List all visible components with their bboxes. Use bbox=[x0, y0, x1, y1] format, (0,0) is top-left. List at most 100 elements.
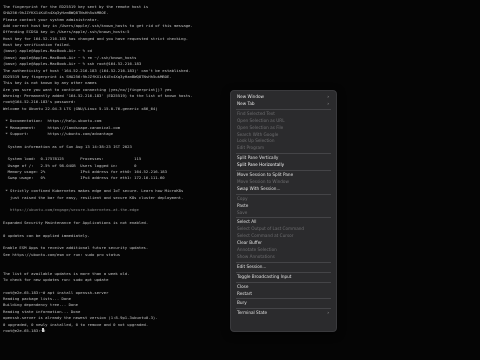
chevron-right-icon: › bbox=[327, 310, 329, 316]
menu-separator bbox=[236, 261, 331, 263]
terminal-line: root@e2e-65-183:~# bbox=[3, 327, 46, 333]
terminal-line: Host key for 164.52.216.183 has changed … bbox=[3, 35, 189, 41]
menu-separator bbox=[236, 153, 331, 155]
terminal-line: Reading state information... Done bbox=[3, 308, 81, 314]
menu-item-label: Edit Session... bbox=[237, 263, 267, 269]
menu-item-label: Paste bbox=[237, 202, 249, 208]
menu-item-label: Search With Google bbox=[237, 131, 279, 137]
terminal-line: Expanded Security Maintenance for Applic… bbox=[3, 219, 149, 225]
menu-item-edit-session[interactable]: Edit Session... bbox=[237, 264, 332, 270]
chevron-right-icon: › bbox=[327, 100, 329, 106]
menu-item-save: Save bbox=[237, 210, 332, 216]
terminal-line: System information as of Sun Aug 13 14:3… bbox=[3, 143, 132, 149]
menu-item-label: Annotate Selection bbox=[237, 247, 277, 252]
menu-item-restart[interactable]: Restart bbox=[237, 291, 332, 297]
menu-item-label: Save bbox=[237, 209, 248, 215]
menu-item-label: Split Pane Horizontally bbox=[237, 162, 285, 168]
terminal-line: Memory usage: 2% IPv4 address for eth0: … bbox=[3, 169, 167, 175]
menu-item-edit-program: Edit Program bbox=[237, 145, 332, 151]
menu-item-look-up-selection: Look Up Selection bbox=[237, 138, 332, 144]
menu-separator bbox=[236, 170, 331, 171]
chevron-right-icon: › bbox=[327, 94, 329, 99]
terminal-line: Add correct host key in /Users/apple/.ss… bbox=[3, 23, 193, 29]
menu-item-select-command-at-cursor: Select Command at Cursor bbox=[237, 233, 332, 239]
terminal-line: The authenticity of host '164.52.216.183… bbox=[3, 67, 191, 73]
terminal-line: Welcome to Ubuntu 22.04.3 LTS (GNU/Linux… bbox=[3, 105, 158, 111]
menu-item-bury[interactable]: Bury bbox=[237, 300, 332, 306]
terminal-line: SHA256:9hJZfKX1iKiEn4Xq3yHzmBWQ8TNsHh5uk… bbox=[3, 10, 109, 16]
terminal-line: Usage of /: 2.5% of 98.04GB Users logged… bbox=[3, 162, 137, 168]
menu-item-toggle-broadcasting-input[interactable]: Toggle Broadcasting Input bbox=[237, 274, 332, 280]
menu-item-open-selection-as-url: Open Selection as URL bbox=[237, 118, 332, 124]
terminal-line: The fingerprint for the ED25519 key sent… bbox=[3, 4, 149, 9]
terminal-output[interactable]: The fingerprint for the ED25519 key sent… bbox=[0, 0, 225, 360]
menu-separator bbox=[236, 308, 331, 310]
terminal-line: Building dependency tree... Done bbox=[3, 302, 78, 308]
terminal-line: This key is not known by any other names bbox=[3, 80, 97, 86]
menu-item-close[interactable]: Close bbox=[237, 284, 332, 290]
menu-separator bbox=[236, 193, 331, 195]
menu-item-label: Look Up Selection bbox=[237, 138, 275, 144]
terminal-line: System load: 0.17578125 Processes: 115 bbox=[3, 156, 142, 162]
menu-item-label: Restart bbox=[237, 290, 253, 296]
terminal-cursor bbox=[42, 328, 44, 333]
menu-item-label: Find Selected Text bbox=[237, 110, 275, 116]
terminal-line: Please contact your system administrator… bbox=[3, 16, 100, 22]
menu-item-label: Swap With Session... bbox=[237, 185, 281, 191]
menu-item-split-pane-vertically[interactable]: Split Pane Vertically bbox=[237, 155, 332, 161]
menu-item-label: Open Selection as URL bbox=[237, 117, 285, 123]
terminal-line: (base) apple@Apples-MacBook-Air ~ % rm ~… bbox=[3, 54, 137, 60]
menu-item-label: New Tab bbox=[237, 100, 255, 106]
menu-item-search-with-google: Search With Google bbox=[237, 132, 332, 138]
menu-item-label: Toggle Broadcasting Input bbox=[237, 273, 292, 279]
menu-item-label: Copy bbox=[237, 195, 248, 201]
terminal-line: Swap usage: 0% IPv4 address for eth1: 17… bbox=[3, 175, 165, 181]
terminal-line: The list of available updates is more th… bbox=[3, 270, 130, 276]
menu-separator bbox=[236, 281, 331, 283]
menu-item-label: Open Selection as File bbox=[237, 124, 284, 130]
menu-item-terminal-state[interactable]: Terminal State › bbox=[237, 310, 332, 316]
menu-item-move-session-to-window: Move Session to Window bbox=[237, 179, 332, 185]
menu-item-label: Split Pane Vertically bbox=[237, 155, 279, 161]
menu-item-annotate-selection: Annotate Selection bbox=[237, 247, 332, 253]
terminal-line: ED25519 key fingerprint is SHA256:9hJZfK… bbox=[3, 73, 172, 79]
menu-separator bbox=[236, 217, 331, 219]
menu-item-open-selection-as-file: Open Selection as File bbox=[237, 125, 332, 131]
menu-item-new-window[interactable]: New Window › bbox=[237, 94, 332, 100]
terminal-line: root@e2e-65-183:~# apt install openssh-s… bbox=[3, 289, 109, 295]
menu-item-label: Terminal State bbox=[237, 310, 268, 316]
menu-item-label: Select All bbox=[237, 219, 257, 225]
menu-item-label: Edit Program bbox=[237, 145, 265, 151]
terminal-line: * Support: https://ubuntu.com/advantage bbox=[3, 131, 114, 136]
terminal-line: openssh-server is already the newest ver… bbox=[3, 315, 158, 321]
menu-item-label: Bury bbox=[237, 300, 247, 306]
menu-item-label: Select Command at Cursor bbox=[237, 233, 294, 239]
terminal-line: (base) apple@Apples-MacBook-Air ~ % cd bbox=[3, 48, 93, 54]
terminal-line: just raised the bar for easy, resilient … bbox=[3, 194, 184, 200]
menu-item-find-selected-text: Find Selected Text bbox=[237, 111, 332, 117]
context-menu: New Window › New Tab › Find Selected Text Ope… bbox=[230, 90, 337, 332]
menu-separator bbox=[236, 298, 331, 300]
menu-item-show-annotations: Show Annotations bbox=[237, 254, 332, 260]
terminal-line: 0 updates can be applied immediately. bbox=[3, 232, 90, 238]
menu-item-select-output-of-last-command: Select Output of Last Command bbox=[237, 226, 332, 232]
terminal-line: To check for new updates run: sudo apt u… bbox=[3, 277, 109, 283]
terminal-line: Reading package lists... Done bbox=[3, 296, 71, 302]
menu-item-clear-buffer[interactable]: Clear Buffer bbox=[237, 240, 332, 246]
terminal-line: * Strictly confined Kubernetes makes edg… bbox=[3, 188, 184, 194]
terminal-line: See https://ubuntu.com/esm or run: sudo … bbox=[3, 251, 121, 257]
terminal-line: Enable ESM Apps to receive additional fu… bbox=[3, 245, 149, 251]
terminal-line: * Management: https://landscape.canonica… bbox=[3, 124, 121, 130]
terminal-line: Warning: Permanently added '164.52.216.1… bbox=[3, 92, 193, 98]
menu-item-paste[interactable]: Paste bbox=[237, 203, 332, 209]
menu-item-select-all[interactable]: Select All bbox=[237, 219, 332, 225]
menu-item-label: Move Session to Window bbox=[237, 178, 289, 184]
menu-item-move-session-to-split-pane[interactable]: Move Session to Split Pane bbox=[237, 172, 332, 178]
menu-item-new-tab[interactable]: New Tab › bbox=[237, 101, 332, 107]
terminal-line: * Documentation: https://help.ubuntu.com bbox=[3, 118, 102, 124]
menu-item-label: Show Annotations bbox=[237, 253, 275, 259]
terminal-line: 0 upgraded, 0 newly installed, 0 to remo… bbox=[3, 321, 149, 327]
menu-item-split-pane-horizontally[interactable]: Split Pane Horizontally bbox=[237, 162, 332, 168]
menu-separator bbox=[236, 108, 331, 110]
menu-item-swap-with-session[interactable]: Swap With Session... bbox=[237, 186, 332, 192]
